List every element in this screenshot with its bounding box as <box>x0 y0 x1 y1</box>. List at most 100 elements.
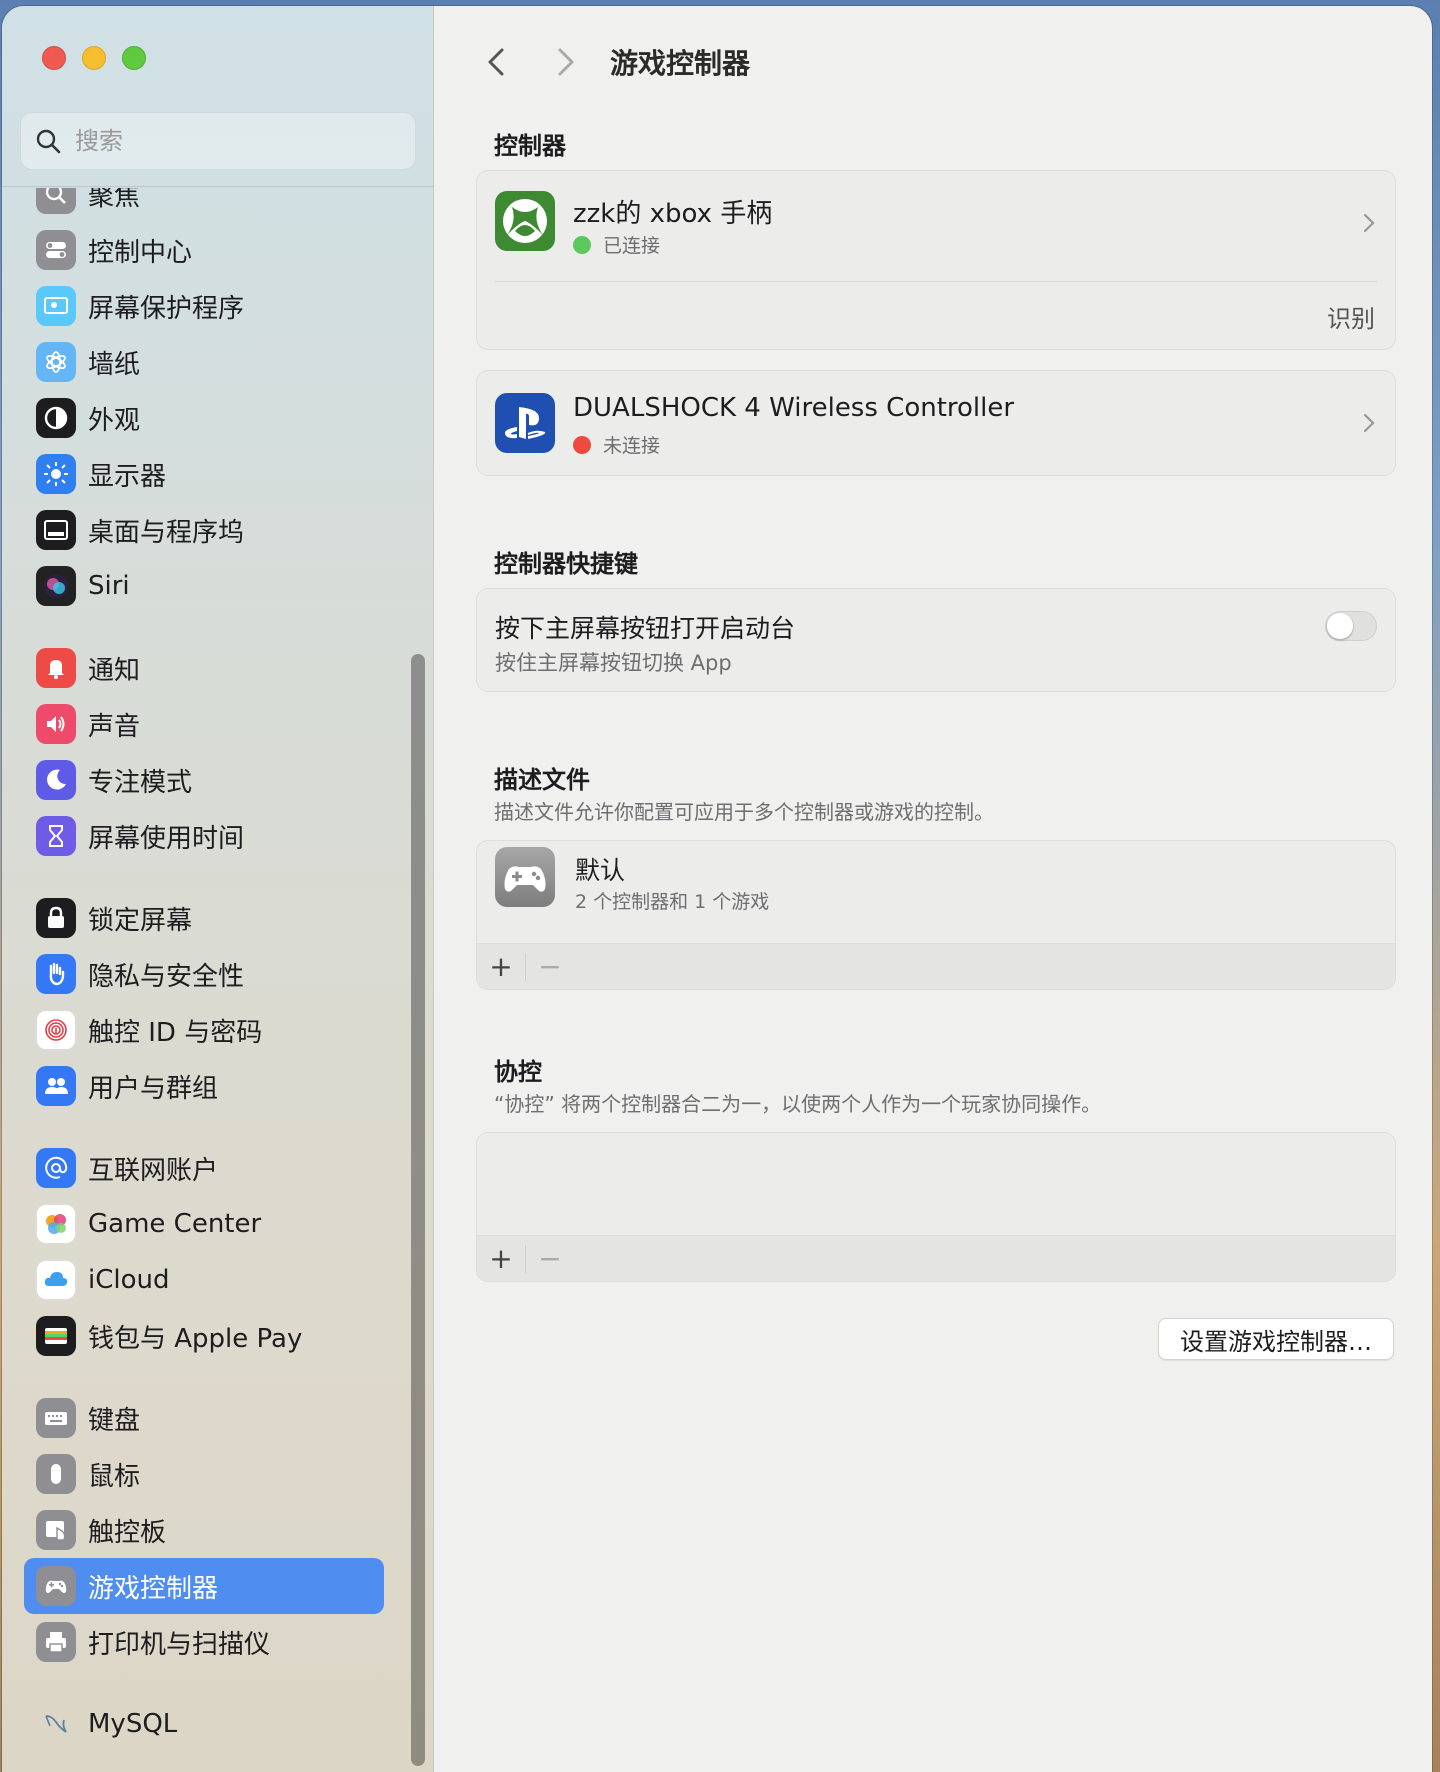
shortcut-card: 按下主屏幕按钮打开启动台 按住主屏幕按钮切换 App <box>476 588 1396 692</box>
sidebar-item-trackpad[interactable]: 触控板 <box>24 1502 384 1558</box>
sidebar-item-hand[interactable]: 隐私与安全性 <box>24 946 384 1002</box>
sidebar-item-label: iCloud <box>88 1265 170 1295</box>
game-center-icon <box>36 1204 76 1244</box>
chevron-right-icon[interactable] <box>1361 411 1377 435</box>
lock-icon <box>36 898 76 938</box>
sidebar-item-label: 聚焦 <box>88 188 141 212</box>
search-field[interactable] <box>20 112 416 170</box>
settings-window: 聚焦控制中心屏幕保护程序墙纸外观显示器桌面与程序坞 Siri 通知声音专注模式屏幕使… <box>2 6 1432 1772</box>
card-divider <box>495 281 1377 282</box>
sidebar-item-label: 触控板 <box>88 1517 167 1548</box>
zoom-button[interactable] <box>122 46 146 70</box>
sidebar-item-mouse[interactable]: 鼠标 <box>24 1446 384 1502</box>
search-input[interactable] <box>75 127 395 155</box>
sidebar-item-at[interactable]: 互联网账户 <box>24 1140 384 1196</box>
back-button[interactable] <box>480 44 512 80</box>
sidebar-item-mysql[interactable]: MySQL <box>24 1696 384 1752</box>
sidebar-item-label: Game Center <box>88 1209 262 1239</box>
status-text: 已连接 <box>603 235 661 257</box>
chevron-right-icon[interactable] <box>1361 211 1377 235</box>
setup-controller-button[interactable]: 设置游戏控制器… <box>1158 1318 1394 1360</box>
profile-name: 默认 <box>575 856 626 885</box>
mouse-icon <box>36 1454 76 1494</box>
launchpad-toggle[interactable] <box>1325 611 1377 641</box>
sidebar-item-moon[interactable]: 专注模式 <box>24 752 384 808</box>
forward-button[interactable] <box>550 44 582 80</box>
screensaver-icon <box>36 286 76 326</box>
sidebar-item-label: 打印机与扫描仪 <box>88 1629 271 1660</box>
sidebar-item-speaker[interactable]: 声音 <box>24 696 384 752</box>
close-button[interactable] <box>42 46 66 70</box>
sidebar-item-label: 屏幕保护程序 <box>88 293 245 324</box>
controller-card-xbox: zzk的 xbox 手柄 已连接 识别 <box>476 170 1396 350</box>
sidebar-list: 聚焦控制中心屏幕保护程序 墙纸外观显示器桌面与程序坞 Siri 通知声音专注模式屏幕使… <box>2 188 434 1772</box>
speaker-icon <box>36 704 76 744</box>
sidebar-item-keyboard[interactable]: 键盘 <box>24 1390 384 1446</box>
sidebar-item-cloud[interactable]: iCloud <box>24 1252 384 1308</box>
trackpad-icon <box>36 1510 76 1550</box>
status-text: 未连接 <box>603 435 661 457</box>
sidebar-item-dock[interactable]: 桌面与程序坞 <box>24 502 384 558</box>
sidebar-item-label: 外观 <box>88 405 141 436</box>
sidebar-item-users[interactable]: 用户与群组 <box>24 1058 384 1114</box>
sidebar-item-label: 互联网账户 <box>88 1155 219 1186</box>
controller-card-dualshock: DUALSHOCK 4 Wireless Controller 未连接 <box>476 370 1396 476</box>
buddy-description: “协控” 将两个控制器合二为一，以使两个人作为一个玩家协同操作。 <box>494 1092 1102 1116</box>
controllers-section-title: 控制器 <box>494 132 566 160</box>
identify-button[interactable]: 识别 <box>1327 299 1375 334</box>
sidebar-item-gamepad[interactable]: 游戏控制器 <box>24 1558 384 1614</box>
sidebar-item-label: 屏幕使用时间 <box>88 823 245 854</box>
sidebar-item-bell[interactable]: 通知 <box>24 640 384 696</box>
page-title: 游戏控制器 <box>610 47 751 80</box>
sidebar-item-label: 墙纸 <box>88 349 141 380</box>
sidebar-item-game-center[interactable]: Game Center <box>24 1196 384 1252</box>
sidebar-item-appearance[interactable]: 外观 <box>24 390 384 446</box>
sidebar-divider <box>2 186 434 187</box>
sidebar-item-label: 锁定屏幕 <box>88 905 193 936</box>
add-buddy-button[interactable]: + <box>477 1236 525 1282</box>
sidebar-scrollbar[interactable] <box>411 654 425 1766</box>
remove-buddy-button[interactable]: − <box>526 1236 574 1282</box>
sidebar-item-label: 隐私与安全性 <box>88 961 245 992</box>
add-profile-button[interactable]: + <box>477 944 525 990</box>
sidebar: 聚焦控制中心屏幕保护程序墙纸外观显示器桌面与程序坞 Siri 通知声音专注模式屏幕使… <box>2 6 434 1772</box>
sidebar-item-toggles[interactable]: 控制中心 <box>24 222 384 278</box>
main-content: 游戏控制器 控制器 zzk的 xbox 手柄 已连接 识别 DUALSHOCK … <box>434 6 1432 1772</box>
shortcut-subtitle: 按住主屏幕按钮切换 App <box>495 651 732 675</box>
sidebar-item-hourglass[interactable]: 屏幕使用时间 <box>24 808 384 864</box>
sidebar-item-search[interactable]: 聚焦 <box>24 188 384 222</box>
keyboard-icon <box>36 1398 76 1438</box>
controller-status: 已连接 <box>573 231 660 258</box>
gamepad-icon <box>36 1566 76 1606</box>
sidebar-item-flower[interactable]: 墙纸 <box>24 334 384 390</box>
controller-status: 未连接 <box>573 431 660 458</box>
toggles-icon <box>36 230 76 270</box>
shortcut-title: 按下主屏幕按钮打开启动台 <box>495 614 796 643</box>
moon-icon <box>36 760 76 800</box>
profile-detail: 2 个控制器和 1 个游戏 <box>575 891 770 913</box>
sidebar-item-screensaver[interactable]: 屏幕保护程序 <box>24 278 384 334</box>
status-dot <box>573 235 591 254</box>
sidebar-item-label: 控制中心 <box>88 237 193 268</box>
buddy-toolbar: + − <box>477 1235 1395 1281</box>
users-icon <box>36 1066 76 1106</box>
sidebar-item-siri[interactable]: Siri <box>24 558 384 614</box>
minimize-button[interactable] <box>82 46 106 70</box>
siri-icon <box>36 566 76 606</box>
sidebar-item-lock[interactable]: 锁定屏幕 <box>24 890 384 946</box>
remove-profile-button[interactable]: − <box>526 944 574 990</box>
shortcuts-section-title: 控制器快捷键 <box>494 550 638 578</box>
sidebar-item-sun[interactable]: 显示器 <box>24 446 384 502</box>
status-dot <box>573 435 591 454</box>
xbox-icon <box>495 191 555 251</box>
sidebar-item-label: 显示器 <box>88 461 167 492</box>
sidebar-item-wallet[interactable]: 钱包与 Apple Pay <box>24 1308 384 1364</box>
sidebar-item-fingerprint[interactable]: 触控 ID 与密码 <box>24 1002 384 1058</box>
sidebar-item-label: 用户与群组 <box>88 1073 219 1104</box>
sidebar-item-printer[interactable]: 打印机与扫描仪 <box>24 1614 384 1670</box>
sidebar-item-label: 声音 <box>88 711 141 742</box>
appearance-icon <box>36 398 76 438</box>
sidebar-item-label: Siri <box>88 571 130 601</box>
